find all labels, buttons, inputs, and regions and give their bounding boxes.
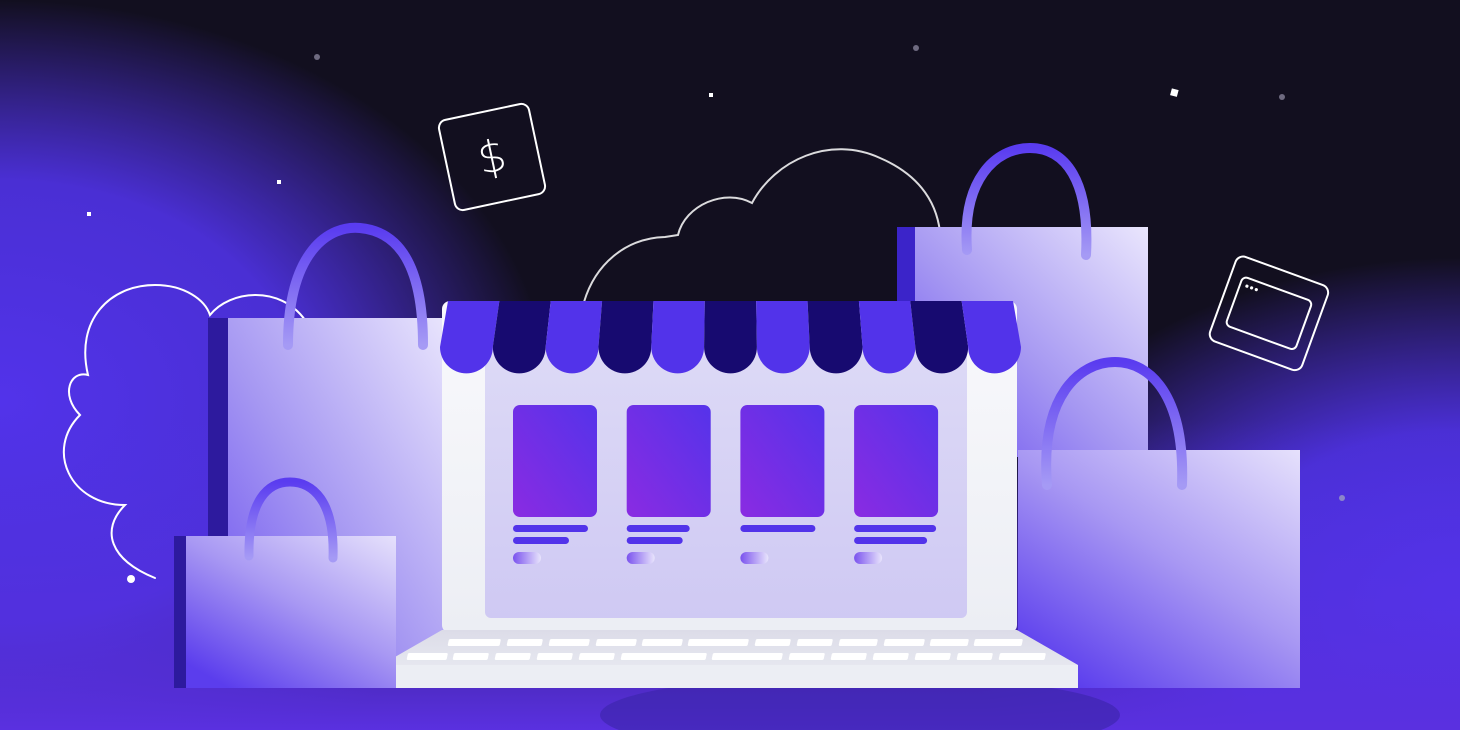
product-text-line [513,537,569,544]
keyboard-key [687,639,749,646]
keyboard-key [872,653,909,660]
keyboard-key [796,639,833,646]
product-text-line [626,525,690,532]
keyboard-key [838,639,878,646]
product-price-tag [854,552,883,564]
product-card [854,405,939,564]
product-text-line [854,537,928,544]
product-text-line [513,525,588,532]
keyboard-key [956,653,993,660]
keyboard-key [883,639,925,646]
product-text-line [854,525,937,532]
awning-stripe [704,301,757,374]
keyboard-key [494,653,531,660]
keyboard-key [536,653,573,660]
keyboard-key [998,653,1046,660]
product-image [513,405,597,517]
product-price-tag [740,552,769,564]
product-image [626,405,711,517]
product-text-line [740,525,816,532]
awning-stripe [807,301,863,374]
store-awning [440,301,1021,374]
keyboard-key [620,653,707,660]
keyboard-key [578,653,615,660]
keyboard-key [754,639,791,646]
keyboard-key [929,639,969,646]
awning-stripe [598,301,654,374]
keyboard-key [914,653,951,660]
awning-stripe [756,301,810,374]
ecommerce-illustration: $ [0,0,1460,730]
awning-stripe [651,301,705,374]
keyboard-key [711,653,783,660]
keyboard-key [406,653,448,660]
keyboard-key [506,639,543,646]
keyboard-key [973,639,1023,646]
product-text-line [626,537,683,544]
keyboard-key [641,639,683,646]
product-image [740,405,825,517]
keyboard-key [595,639,637,646]
product-price-tag [626,552,655,564]
product-price-tag [513,552,541,564]
keyboard-key [452,653,489,660]
keyboard-key [830,653,867,660]
keyboard-key [788,653,825,660]
laptop [381,301,1078,688]
product-image [854,405,939,517]
keyboard-key [447,639,501,646]
keyboard-key [548,639,590,646]
